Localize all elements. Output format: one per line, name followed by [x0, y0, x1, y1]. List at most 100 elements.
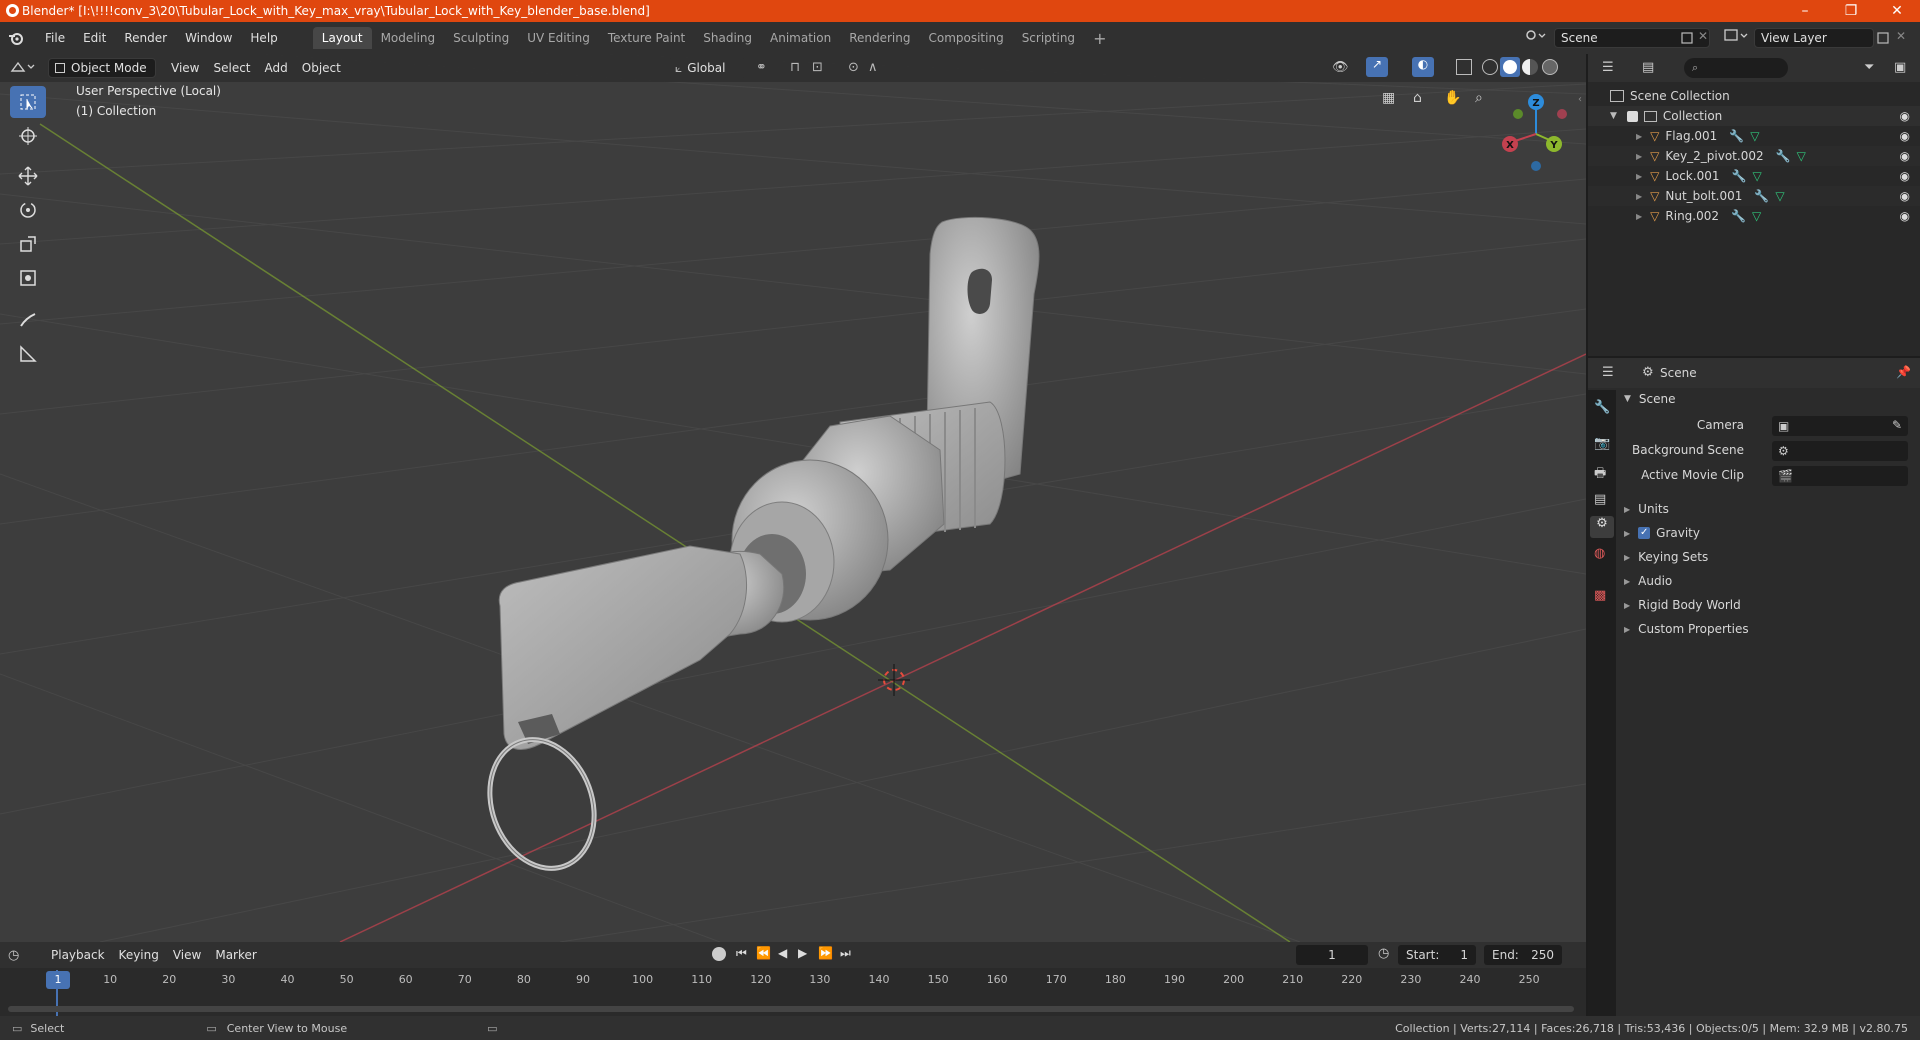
proportional-editing-icon[interactable]: ⊙: [848, 60, 859, 75]
mesh-data-icon[interactable]: ▽: [1752, 209, 1761, 223]
modifier-icon[interactable]: 🔧: [1731, 169, 1746, 183]
tab-scripting[interactable]: Scripting: [1013, 27, 1084, 49]
output-tab-icon[interactable]: 🖶: [1594, 464, 1606, 486]
pin-icon[interactable]: 📌: [1896, 365, 1911, 379]
custom-properties-panel-header[interactable]: ▶ Custom Properties: [1624, 622, 1749, 636]
outliner-object-row[interactable]: ▶ ▽ Ring.002 🔧 ▽ ◉: [1588, 206, 1920, 226]
editor-type-icon[interactable]: [8, 58, 44, 78]
start-frame-field[interactable]: Start: 1: [1398, 945, 1476, 965]
properties-editor-type-icon[interactable]: ☰: [1602, 365, 1614, 380]
outliner-object-row[interactable]: ▶ ▽ Flag.001 🔧 ▽ ◉: [1588, 126, 1920, 146]
collection-row[interactable]: ▼ Collection ◉: [1588, 106, 1920, 126]
minimize-button[interactable]: –: [1782, 0, 1828, 22]
scale-tool[interactable]: [10, 228, 46, 260]
tab-texture-paint[interactable]: Texture Paint: [599, 27, 694, 49]
viewport-menu-view[interactable]: View: [164, 61, 206, 75]
gravity-checkbox[interactable]: ✓: [1638, 527, 1651, 539]
menu-window[interactable]: Window: [176, 31, 241, 45]
timeline-scrollbar[interactable]: [8, 1006, 1574, 1012]
timeline-menu-marker[interactable]: Marker: [208, 948, 263, 962]
gravity-panel-header[interactable]: ▶ ✓ Gravity: [1624, 526, 1700, 540]
object-expand-icon[interactable]: ▶: [1636, 192, 1642, 201]
modifier-icon[interactable]: 🔧: [1754, 189, 1769, 203]
pivot-point-icon[interactable]: ⚭: [756, 60, 767, 75]
tab-layout[interactable]: Layout: [312, 27, 372, 49]
zoom-view-icon[interactable]: ⌕: [1475, 90, 1483, 106]
texture-tab-icon[interactable]: ▩: [1594, 588, 1606, 603]
next-keyframe-icon[interactable]: ⏩: [818, 946, 833, 960]
mode-selector[interactable]: Object Mode: [48, 58, 156, 78]
collection-expand-icon[interactable]: ▼: [1610, 111, 1617, 121]
jump-end-icon[interactable]: ⏭: [840, 946, 851, 961]
active-movie-clip-field[interactable]: 🎬: [1772, 466, 1908, 486]
object-expand-icon[interactable]: ▶: [1636, 152, 1642, 161]
render-tab-icon[interactable]: 📷: [1594, 436, 1610, 451]
camera-view-icon[interactable]: ⌂: [1413, 90, 1422, 106]
menu-help[interactable]: Help: [241, 31, 286, 45]
sidebar-toggle-icon[interactable]: ‹: [1578, 94, 1582, 105]
outliner-object-row[interactable]: ▶ ▽ Nut_bolt.001 🔧 ▽ ◉: [1588, 186, 1920, 206]
prev-keyframe-icon[interactable]: ⏪: [756, 946, 771, 960]
view-layer-type-icon[interactable]: [1722, 27, 1752, 47]
mesh-data-icon[interactable]: ▽: [1775, 189, 1784, 203]
viewport-menu-add[interactable]: Add: [258, 61, 295, 75]
frame-ruler[interactable]: 10 20 30 40 50 60 70 80 90 100 110 120 130 140 150 160 1…: [0, 970, 1586, 990]
viewport-menu-select[interactable]: Select: [206, 61, 257, 75]
transform-tool[interactable]: [10, 262, 46, 294]
tab-shading[interactable]: Shading: [694, 27, 761, 49]
snap-icon[interactable]: ⊓: [790, 60, 800, 75]
outliner-object-row[interactable]: ▶ ▽ Key_2_pivot.002 🔧 ▽ ◉: [1588, 146, 1920, 166]
view-layer-tab-icon[interactable]: ▤: [1594, 492, 1606, 507]
tab-uv-editing[interactable]: UV Editing: [518, 27, 599, 49]
viewport-menu-object[interactable]: Object: [295, 61, 348, 75]
wireframe-shading-icon[interactable]: [1482, 59, 1498, 75]
menu-render[interactable]: Render: [115, 31, 176, 45]
background-scene-field[interactable]: ⚙: [1772, 441, 1908, 461]
object-expand-icon[interactable]: ▶: [1636, 212, 1642, 221]
mesh-data-icon[interactable]: ▽: [1752, 169, 1761, 183]
solid-shading-icon[interactable]: [1500, 57, 1520, 77]
pan-view-icon[interactable]: ✋: [1444, 90, 1461, 106]
toggle-perspective-icon[interactable]: ▦: [1382, 90, 1395, 106]
rendered-shading-icon[interactable]: [1542, 59, 1558, 75]
jump-start-icon[interactable]: ⏮: [736, 946, 747, 961]
outliner-search-input[interactable]: ⌕: [1684, 58, 1788, 78]
material-shading-icon[interactable]: [1522, 59, 1538, 75]
delete-view-layer-icon[interactable]: ✕: [1896, 29, 1906, 43]
object-expand-icon[interactable]: ▶: [1636, 132, 1642, 141]
timeline-menu-playback[interactable]: Playback: [44, 948, 112, 962]
world-tab-icon[interactable]: ◍: [1594, 546, 1605, 561]
snap-target-icon[interactable]: ⊡: [812, 60, 823, 75]
timeline-editor[interactable]: ◷ Playback Keying View Marker ⏮ ⏪ ◀ ▶ ⏩ …: [0, 942, 1586, 1016]
modifier-icon[interactable]: 🔧: [1776, 149, 1791, 163]
object-visibility-icon[interactable]: ◉: [1900, 149, 1910, 163]
scene-type-icon[interactable]: [1524, 27, 1550, 47]
measure-tool[interactable]: [10, 338, 46, 370]
outliner-object-row[interactable]: ▶ ▽ Lock.001 🔧 ▽ ◉: [1588, 166, 1920, 186]
outliner-editor-type-icon[interactable]: ☰: [1602, 60, 1614, 75]
rigid-body-world-panel-header[interactable]: ▶ Rigid Body World: [1624, 598, 1741, 612]
falloff-icon[interactable]: ∧: [868, 60, 878, 75]
3d-cursor-icon[interactable]: [878, 664, 910, 696]
transform-orientation-selector[interactable]: ⟀ Global: [668, 58, 746, 78]
mesh-data-icon[interactable]: ▽: [1750, 129, 1759, 143]
timeline-menu-keying[interactable]: Keying: [112, 948, 166, 962]
current-frame-field[interactable]: 1: [1296, 945, 1368, 965]
preview-range-icon[interactable]: ◷: [1378, 946, 1389, 961]
eyedropper-icon[interactable]: ✎: [1892, 418, 1902, 432]
timeline-menu-view[interactable]: View: [166, 948, 208, 962]
annotate-tool[interactable]: [10, 304, 46, 336]
tool-tab-icon[interactable]: 🔧: [1594, 400, 1610, 415]
mesh-data-icon[interactable]: ▽: [1797, 149, 1806, 163]
xray-toggle-icon[interactable]: [1456, 59, 1472, 75]
scene-panel-header[interactable]: ▼ Scene: [1624, 392, 1676, 406]
object-visibility-icon[interactable]: ◉: [1900, 129, 1910, 143]
new-scene-icon[interactable]: [1680, 31, 1694, 45]
units-panel-header[interactable]: ▶ Units: [1624, 502, 1669, 516]
tab-compositing[interactable]: Compositing: [919, 27, 1012, 49]
gizmo-toggle-icon[interactable]: ↗: [1366, 57, 1388, 77]
new-collection-icon[interactable]: ▣: [1894, 60, 1906, 75]
lock-model[interactable]: [472, 216, 1040, 883]
delete-scene-icon[interactable]: ✕: [1698, 29, 1708, 43]
tab-sculpting[interactable]: Sculpting: [444, 27, 518, 49]
